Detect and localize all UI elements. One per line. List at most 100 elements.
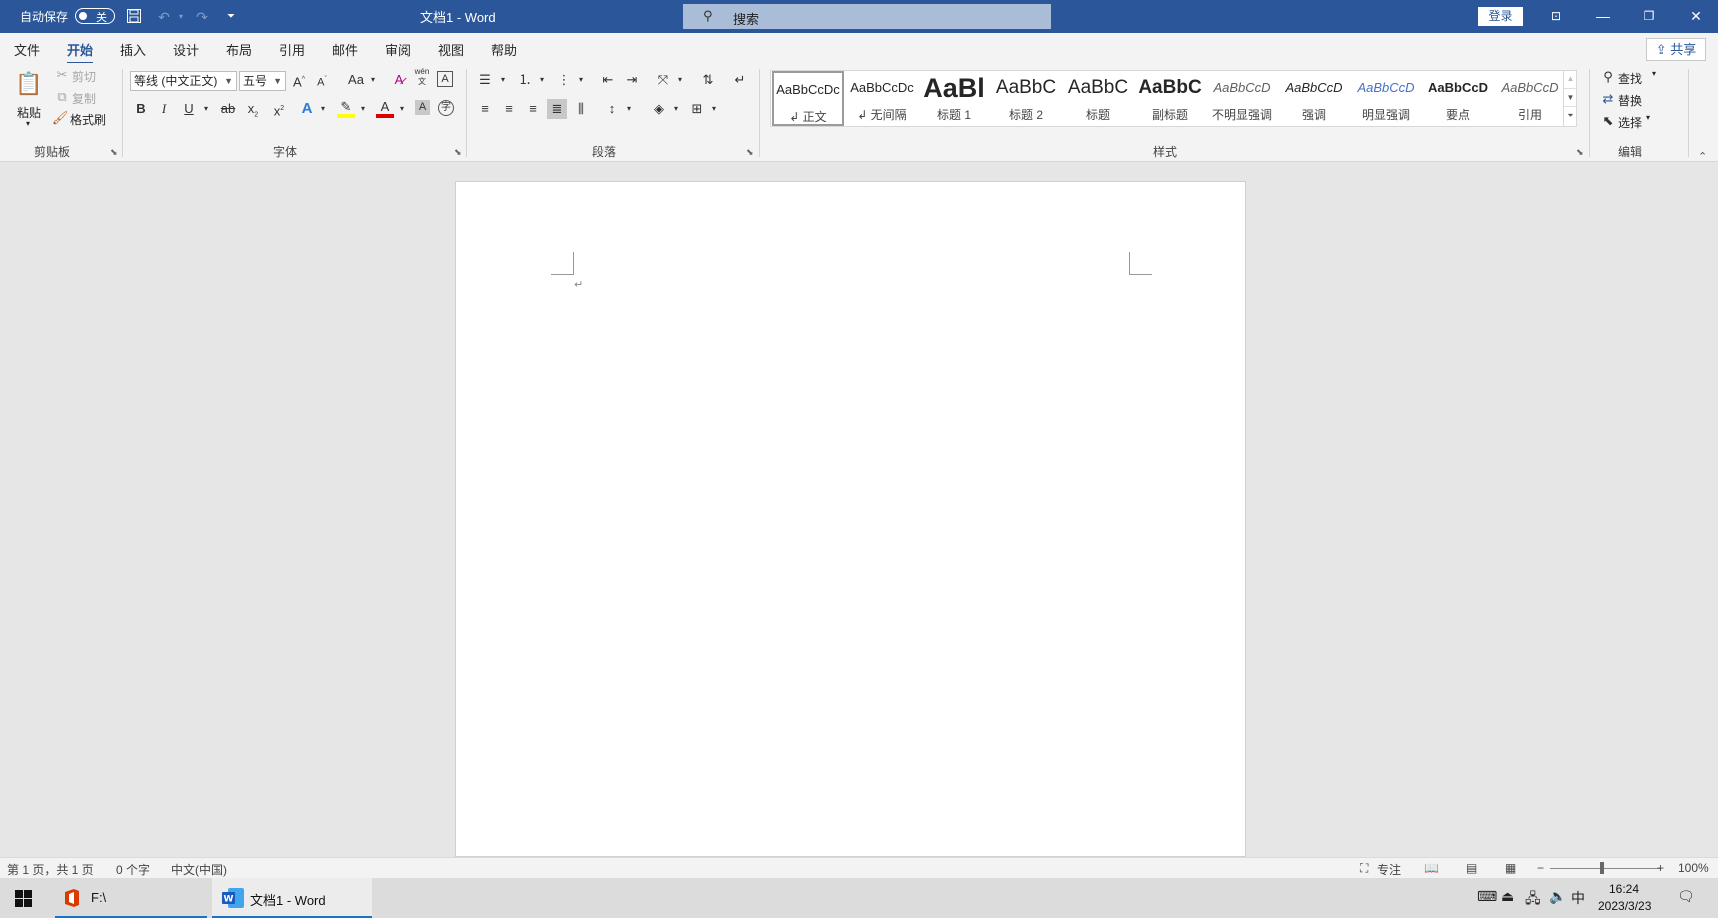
character-shading-icon[interactable]: A xyxy=(415,100,430,115)
style-subtitle[interactable]: AaBbC 副标题 xyxy=(1134,71,1206,126)
paste-dropdown-icon[interactable]: ▾ xyxy=(26,119,30,128)
chevron-down-icon[interactable]: ▾ xyxy=(620,100,638,118)
chinese-layout-icon[interactable]: ⤧ xyxy=(654,71,672,89)
tab-file[interactable]: 文件 xyxy=(14,40,40,59)
styles-launcher-icon[interactable]: ⬊ xyxy=(1576,147,1584,158)
ime-indicator[interactable]: 中 xyxy=(1571,888,1585,908)
start-button[interactable] xyxy=(0,878,48,918)
shrink-font-icon[interactable]: Aˇ xyxy=(313,71,331,89)
clipboard-launcher-icon[interactable]: ⬊ xyxy=(110,147,118,158)
tab-help[interactable]: 帮助 xyxy=(491,40,517,59)
highlight-icon[interactable]: ✎ xyxy=(337,98,355,118)
customize-qat-icon[interactable]: ⏷ xyxy=(222,8,240,26)
taskbar-word[interactable]: W 文档1 - Word xyxy=(212,878,372,918)
ribbon-display-icon[interactable]: ⊡ xyxy=(1541,5,1571,27)
style-intense-emphasis[interactable]: AaBbCcD 明显强调 xyxy=(1350,71,1422,126)
numbering-icon[interactable]: ⒈ xyxy=(516,71,534,89)
chevron-down-icon[interactable]: ▼ xyxy=(1564,88,1577,106)
save-icon[interactable] xyxy=(125,8,143,26)
autosave-toggle[interactable]: 关 xyxy=(75,8,115,24)
chevron-down-icon[interactable]: ▾ xyxy=(1646,113,1650,122)
find-button[interactable]: 查找 xyxy=(1618,70,1642,87)
redo-icon[interactable]: ↷ xyxy=(193,8,211,26)
clock[interactable]: 16:24 2023/3/23 xyxy=(1598,881,1651,915)
page-count[interactable]: 第 1 页，共 1 页 xyxy=(7,861,94,878)
phonetic-guide-icon[interactable]: wén 文 xyxy=(413,67,431,91)
character-border-icon[interactable]: A xyxy=(437,71,453,87)
read-mode-icon[interactable]: 📖 xyxy=(1424,861,1439,875)
focus-button[interactable]: 专注 xyxy=(1377,861,1401,878)
bullets-icon[interactable]: ☰ xyxy=(476,71,494,89)
cut-label[interactable]: 剪切 xyxy=(72,68,96,85)
format-painter-label[interactable]: 格式刷 xyxy=(70,111,106,128)
align-right-icon[interactable]: ≡ xyxy=(524,100,542,118)
borders-icon[interactable]: ⊞ xyxy=(688,100,706,118)
tab-mailings[interactable]: 邮件 xyxy=(332,40,358,59)
align-center-icon[interactable]: ≡ xyxy=(500,100,518,118)
style-normal[interactable]: AaBbCcDc ↲ 正文 xyxy=(772,71,844,126)
chevron-down-icon[interactable]: ▾ xyxy=(393,100,411,118)
zoom-out-icon[interactable]: − xyxy=(1537,861,1544,875)
clear-formatting-icon[interactable]: A̷ xyxy=(390,71,408,89)
bold-icon[interactable]: B xyxy=(132,100,150,118)
tab-references[interactable]: 引用 xyxy=(279,40,305,59)
style-strong[interactable]: AaBbCcD 要点 xyxy=(1422,71,1494,126)
strikethrough-icon[interactable]: ab xyxy=(219,100,237,118)
select-button[interactable]: 选择 xyxy=(1618,114,1642,131)
taskbar-explorer[interactable]: F:\ xyxy=(55,878,207,918)
tab-view[interactable]: 视图 xyxy=(438,40,464,59)
italic-icon[interactable]: I xyxy=(155,100,173,118)
input-method-icon[interactable]: ⌨ xyxy=(1477,888,1497,905)
chevron-down-icon[interactable]: ▾ xyxy=(314,100,332,118)
font-family-select[interactable]: 等线 (中文正文) ▼ xyxy=(130,71,237,91)
collapse-ribbon-icon[interactable]: ⌃ xyxy=(1698,150,1707,163)
font-size-select[interactable]: 五号 ▼ xyxy=(239,71,286,91)
tab-insert[interactable]: 插入 xyxy=(120,40,146,59)
chevron-down-icon[interactable]: ▾ xyxy=(667,100,685,118)
volume-icon[interactable]: 🔈 xyxy=(1549,888,1566,905)
style-subtle-emphasis[interactable]: AaBbCcD 不明显强调 xyxy=(1206,71,1278,126)
print-layout-icon[interactable]: ▤ xyxy=(1466,861,1477,875)
copy-label[interactable]: 复制 xyxy=(72,90,96,107)
undo-icon[interactable]: ↶ xyxy=(155,8,173,26)
style-heading-2[interactable]: AaBbC 标题 2 xyxy=(990,71,1062,126)
minimize-icon[interactable]: — xyxy=(1588,5,1618,27)
language-status[interactable]: 中文(中国) xyxy=(171,861,227,878)
replace-button[interactable]: 替换 xyxy=(1618,92,1642,109)
justify-icon[interactable]: ≣ xyxy=(547,99,567,119)
tab-layout[interactable]: 布局 xyxy=(226,40,252,59)
chevron-up-icon[interactable]: ▲ xyxy=(1564,70,1577,88)
tab-review[interactable]: 审阅 xyxy=(385,40,411,59)
line-spacing-icon[interactable]: ↕ xyxy=(603,100,621,118)
align-left-icon[interactable]: ≡ xyxy=(476,100,494,118)
zoom-level[interactable]: 100% xyxy=(1678,861,1709,875)
chevron-down-icon[interactable]: ▾ xyxy=(364,71,382,89)
search-box[interactable]: ⚲ 搜索 xyxy=(683,4,1051,29)
style-quote[interactable]: AaBbCcD 引用 xyxy=(1494,71,1566,126)
style-heading-1[interactable]: AaBl 标题 1 xyxy=(918,71,990,126)
subscript-icon[interactable]: x2 xyxy=(244,100,262,119)
increase-indent-icon[interactable]: ⇥ xyxy=(623,71,641,89)
chevron-down-icon[interactable]: ▾ xyxy=(705,100,723,118)
chevron-down-icon[interactable]: ▾ xyxy=(1652,69,1656,78)
restore-icon[interactable]: ❐ xyxy=(1634,5,1664,27)
word-count[interactable]: 0 个字 xyxy=(116,861,150,878)
chevron-down-icon[interactable]: ▾ xyxy=(572,71,590,89)
zoom-slider-thumb[interactable] xyxy=(1600,862,1604,874)
underline-icon[interactable]: U xyxy=(180,100,198,118)
paragraph-launcher-icon[interactable]: ⬊ xyxy=(746,147,754,158)
chevron-down-icon[interactable]: ▾ xyxy=(354,100,372,118)
network-icon[interactable]: 🖧 xyxy=(1525,888,1541,912)
distributed-icon[interactable]: ⫼ xyxy=(572,100,590,118)
style-no-spacing[interactable]: AaBbCcDc ↲ 无间隔 xyxy=(846,71,918,126)
chevron-down-icon[interactable]: ▾ xyxy=(494,71,512,89)
font-launcher-icon[interactable]: ⬊ xyxy=(454,147,462,158)
web-layout-icon[interactable]: ▦ xyxy=(1505,861,1516,875)
zoom-in-icon[interactable]: + xyxy=(1657,861,1664,875)
undo-dropdown-icon[interactable]: ▾ xyxy=(172,8,190,26)
login-button[interactable]: 登录 xyxy=(1478,7,1523,26)
show-marks-icon[interactable]: ↵ xyxy=(731,71,749,89)
sort-icon[interactable]: ⇅ xyxy=(699,71,717,89)
zoom-slider-track[interactable] xyxy=(1550,868,1660,869)
superscript-icon[interactable]: x2 xyxy=(270,100,288,118)
